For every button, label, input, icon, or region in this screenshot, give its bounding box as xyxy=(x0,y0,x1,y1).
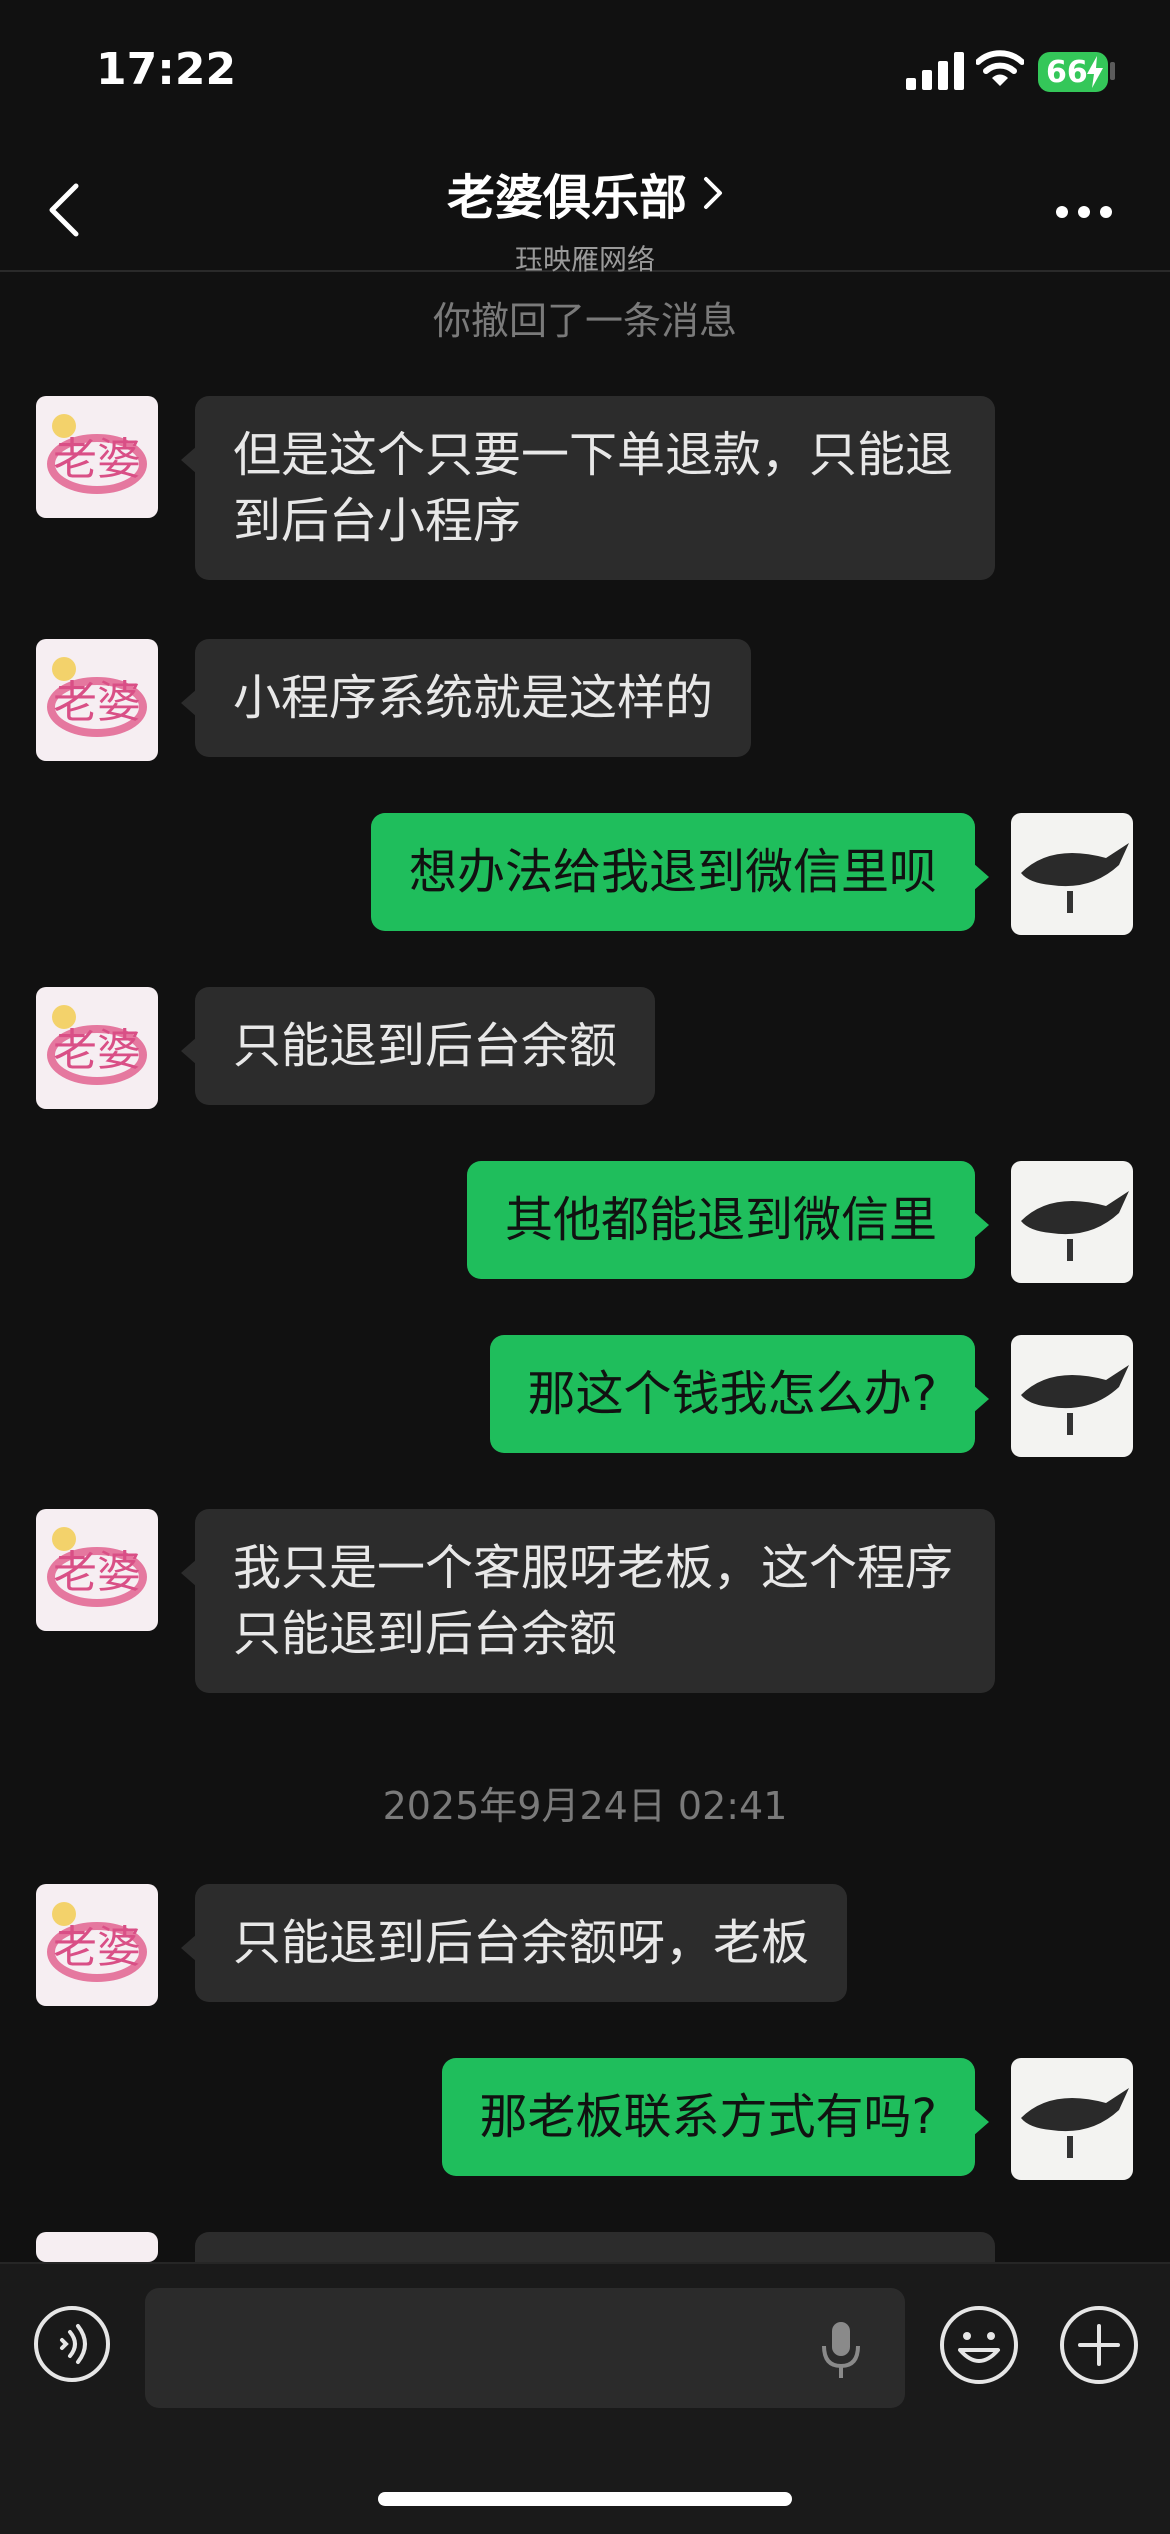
battery-level: 66 xyxy=(1046,54,1088,90)
status-bar: 17:22 66 xyxy=(0,0,1170,140)
message-bubble-received[interactable]: 只能退到后台余额 xyxy=(180,987,656,1105)
chat-title[interactable]: 老婆俱乐部 xyxy=(447,158,723,228)
contact-avatar[interactable]: 老婆 xyxy=(36,396,158,518)
contact-avatar[interactable]: 老婆 xyxy=(36,1884,158,2006)
svg-text:老婆: 老婆 xyxy=(53,1025,141,1076)
message-bubble-received[interactable]: 但是这个只要一下单退款，只能退到后台小程序 xyxy=(181,396,995,580)
message-bubble-sent[interactable]: 其他都能退到微信里 xyxy=(466,1161,990,1279)
emoji-icon[interactable] xyxy=(938,2304,1020,2386)
chat-header: 老婆俱乐部 珏映雁网络 xyxy=(0,140,1170,276)
more-dots-icon[interactable] xyxy=(1054,202,1114,222)
my-avatar[interactable] xyxy=(1011,813,1133,935)
message-bubble-sent[interactable]: 想办法给我退到微信里呗 xyxy=(370,813,990,931)
signal-icon xyxy=(906,52,964,90)
recall-notice: 你撤回了一条消息 xyxy=(432,299,737,343)
contact-avatar[interactable]: 老婆 xyxy=(36,639,158,761)
battery-indicator: 66 xyxy=(1038,52,1108,92)
voice-icon[interactable] xyxy=(32,2304,112,2384)
svg-text:老婆: 老婆 xyxy=(53,1922,141,1973)
chat-title-area[interactable]: 老婆俱乐部 珏映雁网络 xyxy=(0,158,1170,278)
chat-title-text: 老婆俱乐部 xyxy=(446,170,687,226)
wifi-icon xyxy=(976,50,1024,86)
home-indicator[interactable] xyxy=(378,2492,792,2506)
svg-text:老婆: 老婆 xyxy=(53,434,141,485)
battery-tip xyxy=(1110,62,1115,80)
status-time: 17:22 xyxy=(96,44,237,95)
message-input[interactable] xyxy=(145,2288,905,2408)
charging-bolt-icon xyxy=(1087,56,1103,88)
my-avatar[interactable] xyxy=(1011,1161,1133,1283)
my-avatar[interactable] xyxy=(1011,2058,1133,2180)
message-bubble-received[interactable]: 我只是一个客服呀老板，这个程序只能退到后台余额 xyxy=(181,1509,995,1693)
message-bubble-sent[interactable]: 那这个钱我怎么办? xyxy=(489,1335,990,1453)
chat-subtitle: 珏映雁网络 xyxy=(514,243,655,276)
message-bubble-sent[interactable]: 那老板联系方式有吗? xyxy=(441,2058,990,2176)
contact-avatar[interactable]: 老婆 xyxy=(36,1509,158,1631)
contact-avatar-partial xyxy=(36,2232,158,2262)
svg-text:老婆: 老婆 xyxy=(53,1547,141,1598)
chevron-right-icon xyxy=(704,177,722,209)
chat-timestamp: 2025年9月24日 02:41 xyxy=(382,1784,788,1828)
message-bubble-partial xyxy=(195,2232,995,2262)
microphone-icon[interactable] xyxy=(818,2320,864,2380)
message-bubble-received[interactable]: 小程序系统就是这样的 xyxy=(180,639,752,757)
contact-avatar[interactable]: 老婆 xyxy=(36,987,158,1109)
my-avatar[interactable] xyxy=(1011,1335,1133,1457)
message-bubble-received[interactable]: 只能退到后台余额呀，老板 xyxy=(180,1884,848,2002)
svg-text:老婆: 老婆 xyxy=(53,677,141,728)
plus-icon[interactable] xyxy=(1058,2304,1140,2386)
